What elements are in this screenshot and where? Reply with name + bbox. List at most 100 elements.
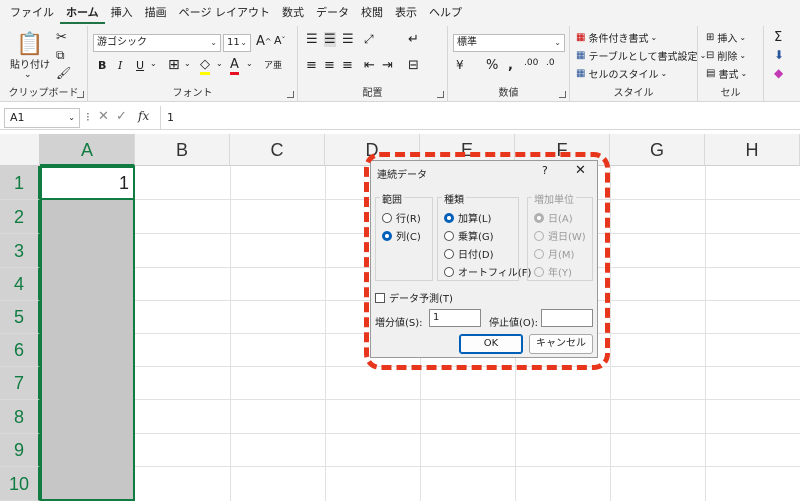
close-icon[interactable]: ✕: [575, 163, 586, 178]
align-left-icon[interactable]: ≡: [306, 58, 317, 73]
unit-day-radio[interactable]: 日(A): [534, 210, 573, 225]
insert-function-icon[interactable]: fx: [138, 109, 149, 123]
step-value-input[interactable]: 1: [429, 309, 481, 327]
decrease-font-icon[interactable]: Aˇ: [274, 34, 286, 47]
align-top-icon[interactable]: ☰: [306, 32, 318, 47]
series-in-rows-radio[interactable]: 行(R): [382, 210, 421, 225]
column-header-a[interactable]: A: [40, 134, 135, 166]
orientation-icon[interactable]: ⤢: [364, 32, 374, 47]
format-painter-icon[interactable]: 🖌: [56, 66, 71, 80]
row-header-8[interactable]: 8: [0, 400, 40, 434]
type-date-radio[interactable]: 日付(D): [444, 246, 494, 261]
menu-file[interactable]: ファイル: [4, 2, 60, 24]
format-as-table-button[interactable]: ▦ テーブルとして書式設定 ⌄: [576, 48, 706, 63]
ok-button[interactable]: OK: [459, 334, 523, 354]
bold-icon[interactable]: B: [98, 59, 106, 72]
number-format-select[interactable]: 標準 ⌄: [453, 34, 565, 52]
row-header-10[interactable]: 10: [0, 467, 40, 501]
clear-icon[interactable]: ◆: [774, 66, 783, 80]
row-header-7[interactable]: 7: [0, 367, 40, 400]
cancel-button[interactable]: キャンセル: [529, 334, 593, 354]
column-header-g[interactable]: G: [610, 134, 705, 166]
trend-checkbox[interactable]: データ予測(T): [375, 290, 453, 305]
paste-button[interactable]: 貼り付け: [10, 56, 50, 71]
increase-decimal-icon[interactable]: .00: [524, 58, 538, 68]
border-icon[interactable]: ⊞: [168, 57, 180, 73]
alignment-launcher-icon[interactable]: [437, 91, 444, 98]
percent-icon[interactable]: %: [486, 58, 498, 73]
font-size-select[interactable]: 11 ⌄: [223, 34, 251, 52]
wrap-text-icon[interactable]: ↵: [408, 32, 419, 47]
delete-cells-button[interactable]: ⊟ 削除 ⌄: [706, 48, 746, 63]
unit-weekday-radio[interactable]: 週日(W): [534, 228, 586, 243]
align-center-icon[interactable]: ≡: [324, 58, 335, 73]
clipboard-launcher-icon[interactable]: [77, 91, 84, 98]
row-header-6[interactable]: 6: [0, 334, 40, 367]
confirm-entry-icon[interactable]: ✓: [116, 109, 127, 124]
column-header-b[interactable]: B: [135, 134, 230, 166]
cell-styles-button[interactable]: ▦ セルのスタイル ⌄: [576, 66, 667, 81]
column-header-c[interactable]: C: [230, 134, 325, 166]
increase-font-icon[interactable]: A ^: [256, 34, 272, 49]
row-header-4[interactable]: 4: [0, 268, 40, 301]
menu-draw[interactable]: 描画: [139, 2, 173, 24]
menu-view[interactable]: 表示: [389, 2, 423, 24]
font-color-dropdown-icon[interactable]: ⌄: [246, 59, 253, 68]
insert-cells-button[interactable]: ⊞ 挿入 ⌄: [706, 30, 746, 45]
column-header-h[interactable]: H: [705, 134, 800, 166]
format-cells-button[interactable]: ▤ 書式 ⌄: [706, 66, 747, 81]
decrease-decimal-icon[interactable]: .0: [546, 58, 555, 68]
fill-icon[interactable]: ⬇: [774, 48, 784, 62]
selected-range-a1-a10[interactable]: [40, 166, 135, 501]
font-color-icon[interactable]: A: [230, 57, 239, 75]
copy-icon[interactable]: ⧉: [56, 48, 65, 63]
type-autofill-radio[interactable]: オートフィル(F): [444, 264, 531, 279]
menu-review[interactable]: 校閲: [355, 2, 389, 24]
row-header-1[interactable]: 1: [0, 166, 40, 200]
number-launcher-icon[interactable]: [559, 91, 566, 98]
underline-dropdown-icon[interactable]: ⌄: [150, 59, 157, 68]
type-growth-radio[interactable]: 乗算(G): [444, 228, 494, 243]
type-linear-radio[interactable]: 加算(L): [444, 210, 491, 225]
menu-data[interactable]: データ: [310, 2, 355, 24]
fill-color-icon[interactable]: ◇: [200, 57, 210, 75]
italic-icon[interactable]: I: [118, 59, 122, 72]
underline-icon[interactable]: U: [136, 59, 144, 72]
row-header-9[interactable]: 9: [0, 434, 40, 467]
merge-center-icon[interactable]: ⊟: [408, 58, 419, 73]
help-button[interactable]: ?: [542, 164, 548, 177]
align-right-icon[interactable]: ≡: [342, 58, 353, 73]
select-all-button[interactable]: [0, 134, 40, 166]
unit-month-radio[interactable]: 月(M): [534, 246, 574, 261]
cancel-entry-icon[interactable]: ✕: [98, 109, 109, 124]
menu-formulas[interactable]: 数式: [276, 2, 310, 24]
menu-help[interactable]: ヘルプ: [423, 2, 468, 24]
align-middle-icon[interactable]: ☰: [324, 32, 336, 47]
conditional-format-button[interactable]: ▦ 条件付き書式 ⌄: [576, 30, 657, 45]
stop-value-input[interactable]: [541, 309, 593, 327]
menu-insert[interactable]: 挿入: [105, 2, 139, 24]
decrease-indent-icon[interactable]: ⇤: [364, 58, 375, 73]
font-launcher-icon[interactable]: [287, 91, 294, 98]
currency-icon[interactable]: ¥: [456, 58, 464, 72]
align-bottom-icon[interactable]: ☰: [342, 32, 354, 47]
formula-input[interactable]: 1: [160, 106, 800, 130]
font-name-select[interactable]: 游ゴシック ⌄: [93, 34, 221, 52]
unit-year-radio[interactable]: 年(Y): [534, 264, 572, 279]
paste-dropdown-icon[interactable]: ⌄: [24, 70, 32, 80]
increase-indent-icon[interactable]: ⇥: [382, 58, 393, 73]
paste-icon[interactable]: 📋: [16, 32, 43, 57]
fill-dropdown-icon[interactable]: ⌄: [216, 59, 223, 68]
comma-style-icon[interactable]: ,: [508, 58, 513, 73]
name-box[interactable]: A1 ⌄: [4, 108, 80, 128]
row-header-5[interactable]: 5: [0, 301, 40, 334]
menu-page-layout[interactable]: ページ レイアウト: [173, 2, 276, 24]
cut-icon[interactable]: ✂: [56, 30, 67, 45]
menu-home[interactable]: ホーム: [60, 2, 105, 24]
cell-a1[interactable]: 1: [40, 166, 135, 200]
border-dropdown-icon[interactable]: ⌄: [184, 59, 191, 68]
phonetic-icon[interactable]: ア亜: [264, 58, 282, 71]
row-header-3[interactable]: 3: [0, 234, 40, 268]
autosum-icon[interactable]: Σ: [774, 30, 782, 45]
series-in-columns-radio[interactable]: 列(C): [382, 228, 421, 243]
